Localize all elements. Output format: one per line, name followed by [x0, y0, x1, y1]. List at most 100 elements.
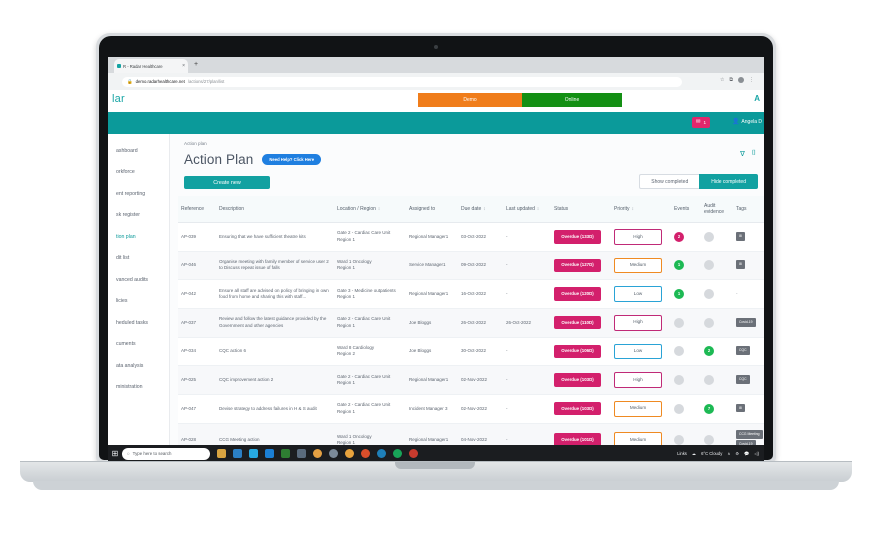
cell-events-dot[interactable]: 1 [674, 260, 684, 271]
tray-chat-icon[interactable]: 💬 [744, 451, 749, 457]
sidebar-item-6[interactable]: vanced audits [108, 269, 169, 291]
cell-audit-evidence-dot[interactable]: 7 [704, 403, 714, 414]
priority-pill[interactable]: Low [614, 286, 662, 302]
sidebar-item-10[interactable]: ata analysis [108, 355, 169, 377]
sort-icon[interactable]: ↕ [632, 206, 634, 211]
cell-audit-evidence-dot[interactable] [704, 435, 714, 446]
hide-completed-button[interactable]: Hide completed [699, 174, 758, 189]
cell-reference[interactable]: AP-037 [178, 308, 216, 338]
bookmark-star-icon[interactable]: ☆ [720, 77, 724, 83]
filter-icon[interactable]: ∇ [740, 150, 745, 158]
taskbar-app-icon-1[interactable] [233, 449, 242, 458]
cell-audit-evidence-dot[interactable] [704, 375, 714, 386]
tag-chip[interactable]: ⊞ [736, 231, 745, 241]
cell-audit-evidence-dot[interactable] [704, 317, 714, 328]
new-tab-icon[interactable]: + [194, 61, 198, 69]
table-row[interactable]: AP-039 Ensuring that we have sufficient t… [178, 222, 764, 252]
column-header-2[interactable]: Location / Region ↕ [334, 196, 406, 223]
sort-icon[interactable]: ↕ [378, 206, 380, 211]
priority-pill[interactable]: Medium [614, 257, 662, 274]
taskbar-app-icon-2[interactable] [249, 449, 258, 458]
table-row[interactable]: AP-025 CQC improvement action 2 Gate 2 - C… [178, 365, 764, 395]
cell-events-dot[interactable]: 1 [674, 289, 684, 300]
table-row[interactable]: AP-042 Ensure all staff are advised on po… [178, 279, 764, 309]
tray-settings-icon[interactable]: ⚙ [735, 451, 739, 456]
taskbar-app-icon-11[interactable] [393, 449, 402, 458]
priority-pill[interactable]: High [614, 314, 662, 331]
cell-reference[interactable]: AP-047 [178, 394, 216, 424]
cell-events-dot[interactable] [674, 317, 684, 328]
create-new-button[interactable]: Create new [184, 176, 270, 189]
sidebar-item-4[interactable]: tion plan [108, 226, 169, 248]
cell-reference[interactable]: AP-034 [178, 337, 216, 367]
sort-icon[interactable]: ↕ [537, 206, 539, 211]
cell-events-dot[interactable] [674, 346, 684, 357]
sidebar-item-11[interactable]: ministration [108, 377, 169, 399]
cell-audit-evidence-dot[interactable] [704, 231, 714, 242]
sidebar-item-9[interactable]: cuments [108, 334, 169, 356]
browser-tab[interactable]: R - Radar Healthcare × [114, 59, 188, 73]
tag-chip[interactable]: CQC [736, 374, 750, 384]
tray-volume-icon[interactable]: ◁) [754, 451, 759, 456]
cell-audit-evidence-dot[interactable]: 2 [704, 346, 714, 357]
taskbar-app-icon-9[interactable] [361, 449, 370, 458]
taskbar-app-icon-6[interactable] [313, 449, 322, 458]
profile-avatar-icon[interactable] [738, 77, 744, 83]
table-row[interactable]: AP-034 CQC action 6 Ward 8 Cardiology Regio… [178, 337, 764, 367]
sidebar-item-8[interactable]: heduled tasks [108, 312, 169, 334]
cell-events-dot[interactable] [674, 375, 684, 386]
cell-reference[interactable]: AP-042 [178, 279, 216, 309]
sidebar-item-1[interactable]: orkforce [108, 162, 169, 184]
cell-reference[interactable]: AP-025 [178, 365, 216, 395]
taskbar-app-icon-3[interactable] [265, 449, 274, 458]
links-label[interactable]: Links [677, 451, 687, 456]
sidebar-item-7[interactable]: licies [108, 291, 169, 313]
priority-pill[interactable]: Low [614, 343, 662, 360]
table-row[interactable]: AP-046 Organise meeting with family membe… [178, 251, 764, 281]
taskbar-app-icon-5[interactable] [297, 449, 306, 458]
sidebar-item-5[interactable]: dit list [108, 248, 169, 270]
taskbar-app-icon-4[interactable] [281, 449, 290, 458]
address-bar[interactable]: 🔒 demo.radarhealthcare.net /actions/27/p… [122, 76, 682, 87]
priority-pill[interactable]: High [614, 229, 662, 245]
tray-expand-icon[interactable]: ∧ [727, 451, 730, 456]
extensions-icon[interactable]: ⧉ [729, 77, 733, 83]
brand-right-icon[interactable]: A [754, 94, 760, 103]
weather-status[interactable]: 6°C Cloudy [701, 451, 722, 456]
column-header-7[interactable]: Priority ↕ [611, 196, 671, 223]
column-header-5[interactable]: Last updated ↕ [503, 196, 551, 223]
sort-icon[interactable]: ↕ [483, 206, 485, 211]
cell-audit-evidence-dot[interactable] [704, 260, 714, 271]
cell-events-dot[interactable]: 2 [674, 231, 684, 242]
tag-chip[interactable]: Covid-19 [736, 317, 756, 327]
user-menu[interactable]: 👤 Angela D [732, 118, 762, 126]
tag-chip[interactable]: ⊞ [736, 403, 745, 413]
table-row[interactable]: AP-037 Review and follow the latest guida… [178, 308, 764, 338]
priority-pill[interactable]: Medium [614, 400, 662, 417]
cell-events-dot[interactable] [674, 435, 684, 446]
sidebar-item-2[interactable]: ent reporting [108, 183, 169, 205]
start-menu-icon[interactable]: ⊞ [108, 449, 122, 458]
cell-reference[interactable]: AP-039 [178, 222, 216, 252]
taskbar-search-input[interactable]: ○ Type here to search [122, 447, 210, 460]
taskbar-app-icon-10[interactable] [377, 449, 386, 458]
help-button[interactable]: Need Help? Click Here [262, 154, 322, 165]
priority-pill[interactable]: High [614, 372, 662, 388]
close-icon[interactable]: × [182, 63, 185, 69]
columns-icon[interactable]: ⌷ [752, 150, 756, 158]
app-logo[interactable]: lar [112, 93, 125, 105]
tag-chip[interactable]: ⊞ [736, 260, 745, 270]
taskbar-app-icon-12[interactable] [409, 449, 418, 458]
taskbar-app-icon-7[interactable] [329, 449, 338, 458]
cell-audit-evidence-dot[interactable] [704, 289, 714, 300]
sidebar-item-0[interactable]: ashboard [108, 140, 169, 162]
tag-chip[interactable]: CCG Meeting [736, 429, 763, 439]
taskbar-app-icon-8[interactable] [345, 449, 354, 458]
browser-menu-icon[interactable]: ⋮ [749, 77, 754, 83]
sidebar-item-3[interactable]: sk register [108, 205, 169, 227]
cell-events-dot[interactable] [674, 403, 684, 414]
tag-chip[interactable]: CQC [736, 346, 750, 356]
taskbar-app-icon-0[interactable] [217, 449, 226, 458]
cell-reference[interactable]: AP-046 [178, 251, 216, 281]
column-header-4[interactable]: Due date ↕ [458, 196, 503, 223]
